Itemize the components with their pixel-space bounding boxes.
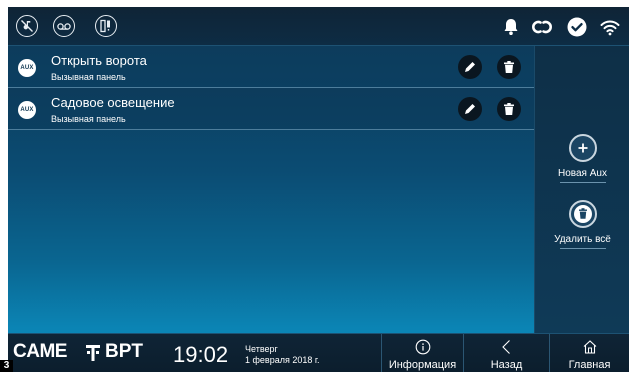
divider — [559, 248, 606, 249]
pencil-icon — [465, 104, 475, 114]
brand-mark-icon — [86, 345, 100, 361]
delete-all-label: Удалить всё — [554, 234, 611, 245]
delete-button[interactable] — [497, 55, 521, 79]
trash-icon — [504, 61, 514, 73]
back-button[interactable]: Назад — [463, 334, 549, 372]
bpt-logo: BPT — [105, 341, 143, 362]
add-icon — [568, 134, 597, 162]
item-title: Открыть ворота — [51, 53, 147, 68]
back-label: Назад — [490, 359, 523, 371]
music-off-icon[interactable] — [16, 15, 38, 37]
wifi-icon — [599, 16, 621, 38]
info-icon — [415, 339, 430, 355]
delete-button[interactable] — [497, 97, 521, 121]
list-item[interactable]: AUX Садовое освещение Вызывная панель — [8, 88, 534, 130]
divider — [559, 182, 606, 183]
pencil-icon — [465, 62, 475, 72]
date: 1 февраля 2018 г. — [245, 355, 320, 365]
info-label: Информация — [388, 359, 457, 371]
aux-badge-icon: AUX — [18, 59, 36, 77]
edit-button[interactable] — [458, 55, 482, 79]
door-status-icon[interactable] — [95, 15, 117, 37]
new-aux-label: Новая Aux — [558, 168, 607, 179]
trash-icon — [504, 103, 514, 115]
delete-all-button[interactable]: Удалить всё — [535, 200, 629, 249]
home-icon — [583, 340, 596, 354]
chevron-left-icon — [501, 340, 510, 354]
edit-button[interactable] — [458, 97, 482, 121]
item-subtitle: Вызывная панель — [51, 72, 126, 82]
info-button[interactable]: Информация — [381, 334, 463, 372]
item-subtitle: Вызывная панель — [51, 114, 126, 124]
bell-icon[interactable] — [500, 16, 522, 38]
trash-icon — [568, 200, 597, 228]
new-aux-button[interactable]: Новая Aux — [535, 134, 629, 183]
bottom-bar: CAME BPT 19:02 Четверг 1 февраля 2018 г.… — [8, 333, 629, 372]
aux-list: AUX Открыть ворота Вызывная панель AUX С… — [8, 46, 534, 130]
link-icon[interactable] — [531, 16, 553, 38]
status-bar — [8, 7, 629, 46]
side-panel: Новая Aux Удалить всё — [534, 46, 629, 333]
voicemail-icon[interactable] — [53, 15, 75, 37]
came-logo: CAME — [13, 341, 67, 362]
home-label: Главная — [568, 359, 611, 371]
aux-badge-icon: AUX — [18, 101, 36, 119]
weekday: Четверг — [245, 344, 278, 354]
check-icon — [566, 16, 588, 38]
item-title: Садовое освещение — [51, 95, 175, 110]
page-number-badge: 3 — [0, 360, 13, 372]
list-item[interactable]: AUX Открыть ворота Вызывная панель — [8, 46, 534, 88]
home-button[interactable]: Главная — [549, 334, 629, 372]
screen: AUX Открыть ворота Вызывная панель AUX С… — [8, 7, 629, 372]
clock: 19:02 — [173, 342, 229, 367]
